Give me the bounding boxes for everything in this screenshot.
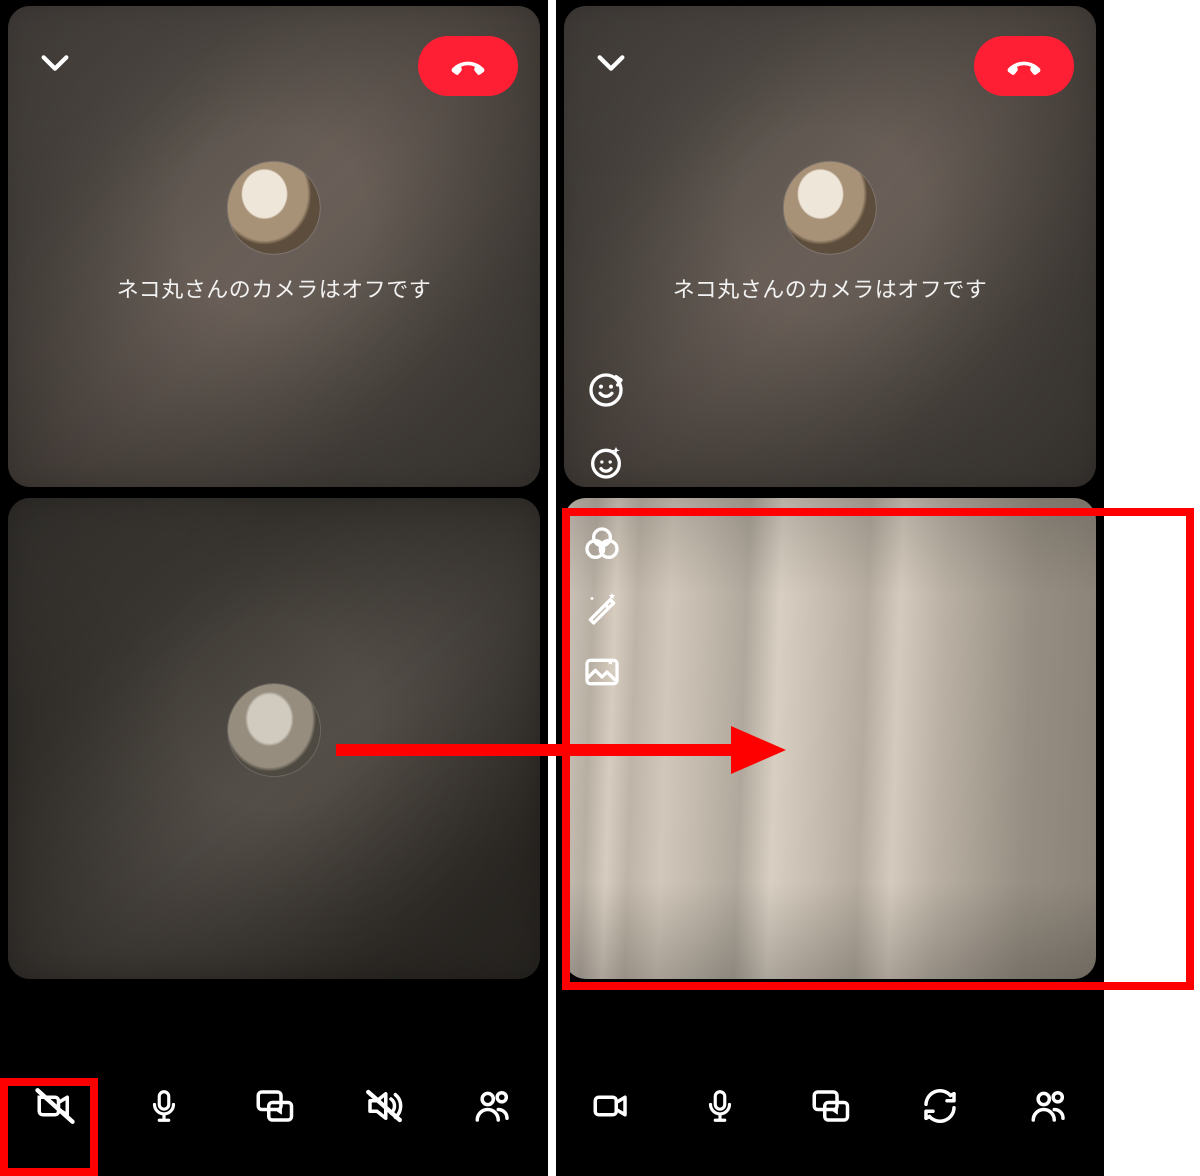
speaker-mute-icon xyxy=(363,1085,405,1127)
effects-rail-top xyxy=(582,366,630,486)
remote-avatar xyxy=(784,161,876,253)
remote-camera-off-text: ネコ丸さんのカメラはオフです xyxy=(673,271,988,303)
self-avatar-block xyxy=(228,684,320,794)
call-topbar xyxy=(8,30,540,90)
remote-avatar-block: ネコ丸さんのカメラはオフです xyxy=(673,161,988,303)
self-avatar xyxy=(228,684,320,776)
background-image-icon xyxy=(582,652,622,692)
face-sticker-button[interactable] xyxy=(582,366,630,414)
call-topbar xyxy=(564,30,1096,90)
chevron-down-icon xyxy=(594,46,628,80)
phone-screen-right: ネコ丸さんのカメラはオフです xyxy=(556,0,1104,1176)
remote-avatar-block: ネコ丸さんのカメラはオフです xyxy=(117,161,432,303)
swap-camera-icon xyxy=(919,1085,961,1127)
self-video-panel xyxy=(8,498,540,979)
share-media-button[interactable] xyxy=(250,1082,298,1130)
remote-camera-off-text: ネコ丸さんのカメラはオフです xyxy=(117,271,432,303)
chevron-down-icon xyxy=(38,46,72,80)
hangup-icon xyxy=(1002,44,1046,88)
mic-toggle-button[interactable] xyxy=(140,1082,188,1130)
hangup-icon xyxy=(446,44,490,88)
call-toolbar xyxy=(556,1082,1104,1130)
participants-icon xyxy=(472,1085,514,1127)
face-sticker-icon xyxy=(586,370,626,410)
background-image-button[interactable] xyxy=(582,652,622,692)
camera-on-icon xyxy=(590,1085,632,1127)
magic-wand-icon xyxy=(582,588,622,628)
mic-toggle-button[interactable] xyxy=(696,1082,744,1130)
call-toolbar xyxy=(0,1082,548,1130)
minimize-button[interactable] xyxy=(588,40,634,86)
magic-wand-button[interactable] xyxy=(582,588,622,628)
self-camera-feed xyxy=(564,498,1096,979)
camera-off-icon xyxy=(34,1085,76,1127)
participants-icon xyxy=(1028,1085,1070,1127)
self-video-panel xyxy=(564,498,1096,979)
comparison-canvas: ネコ丸さんのカメラはオフです xyxy=(0,0,1200,1176)
share-media-icon xyxy=(253,1085,295,1127)
emoji-sparkle-icon xyxy=(586,442,626,482)
mic-icon xyxy=(701,1087,739,1125)
participants-button[interactable] xyxy=(469,1082,517,1130)
camera-toggle-button[interactable] xyxy=(31,1082,79,1130)
end-call-button[interactable] xyxy=(974,36,1074,96)
mic-icon xyxy=(145,1087,183,1125)
emoji-sparkle-button[interactable] xyxy=(582,438,630,486)
remote-video-panel: ネコ丸さんのカメラはオフです xyxy=(564,6,1096,487)
remote-video-panel: ネコ丸さんのカメラはオフです xyxy=(8,6,540,487)
share-media-icon xyxy=(809,1085,851,1127)
phone-screen-left: ネコ丸さんのカメラはオフです xyxy=(0,0,548,1176)
speaker-toggle-button[interactable] xyxy=(360,1082,408,1130)
camera-toggle-button[interactable] xyxy=(587,1082,635,1130)
participants-button[interactable] xyxy=(1025,1082,1073,1130)
color-filter-icon xyxy=(582,524,622,564)
effects-rail-bottom xyxy=(582,524,622,692)
phone-divider xyxy=(548,0,556,1176)
minimize-button[interactable] xyxy=(32,40,78,86)
end-call-button[interactable] xyxy=(418,36,518,96)
remote-avatar xyxy=(228,161,320,253)
swap-camera-button[interactable] xyxy=(916,1082,964,1130)
share-media-button[interactable] xyxy=(806,1082,854,1130)
color-filter-button[interactable] xyxy=(582,524,622,564)
